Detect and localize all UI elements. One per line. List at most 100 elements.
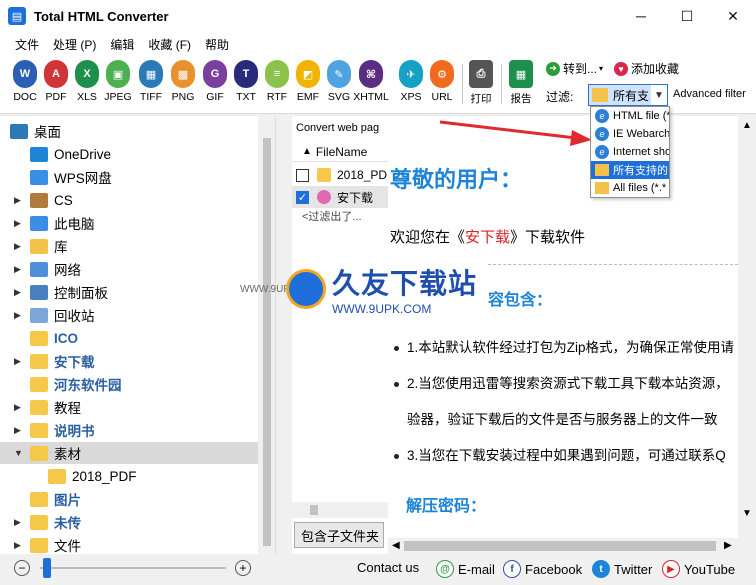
emf-convert-button[interactable]: ◩ EMF (293, 60, 323, 108)
tree-item[interactable]: ▶ 安下载 (0, 350, 258, 372)
tree-item[interactable]: ▶ 网络 (0, 258, 258, 280)
tree-item[interactable]: 2018_PDF (0, 465, 258, 487)
pdf-convert-button[interactable]: A PDF (41, 60, 71, 108)
menu-process[interactable]: 处理 (P) (46, 36, 103, 53)
contact-us-link[interactable]: Contact us (357, 560, 419, 575)
tree-item[interactable]: ▼ 素材 (0, 442, 258, 464)
tiff-convert-button[interactable]: ▦ TIFF (136, 60, 166, 108)
txt-convert-button[interactable]: T TXT (231, 60, 261, 108)
collapse-arrow-icon[interactable]: ▼ (14, 448, 23, 458)
tree-scrollbar-thumb[interactable] (263, 138, 271, 546)
menu-help[interactable]: 帮助 (198, 36, 236, 53)
filter-option[interactable]: 所有支持的 (591, 161, 669, 179)
zoom-slider-thumb[interactable] (43, 558, 51, 578)
files-icon (595, 182, 609, 194)
twitter-link[interactable]: t Twitter (592, 560, 652, 578)
scroll-down-icon[interactable]: ▼ (742, 508, 752, 519)
expand-arrow-icon[interactable]: ▶ (14, 540, 21, 551)
expand-arrow-icon[interactable]: ▶ (14, 241, 21, 252)
table-row[interactable]: 2018_PD (292, 164, 388, 186)
tree-item[interactable]: ▶ 文件 (0, 534, 258, 554)
tree-item[interactable]: 桌面 (0, 120, 258, 142)
filter-option-label: IE Webarch (613, 128, 669, 140)
maximize-icon[interactable]: ☐ (664, 0, 710, 32)
menu-file[interactable]: 文件 (8, 36, 46, 53)
folder-icon (30, 399, 48, 415)
expand-arrow-icon[interactable]: ▶ (14, 195, 21, 206)
advanced-filter-button[interactable]: Advanced filter (673, 88, 746, 100)
report-button[interactable]: ▦ 报告 (506, 60, 536, 108)
menu-edit[interactable]: 编辑 (103, 36, 141, 53)
preview-vscrollbar[interactable]: ▲ ▼ (738, 116, 756, 554)
tree-item[interactable]: 河东软件园 (0, 373, 258, 395)
expand-arrow-icon[interactable]: ▶ (14, 425, 21, 436)
pdf-format-icon: A (44, 60, 68, 88)
file-pane-hscroll-thumb[interactable] (310, 505, 318, 515)
file-checkbox[interactable]: ✓ (296, 190, 309, 204)
file-checkbox[interactable] (296, 168, 309, 182)
jpeg-convert-button[interactable]: ▣ JPEG (103, 60, 133, 108)
expand-arrow-icon[interactable]: ▶ (14, 264, 21, 275)
close-icon[interactable]: ✕ (710, 0, 756, 32)
file-pane-tab[interactable]: Convert web pag (296, 122, 379, 134)
minimize-icon[interactable]: ─ (618, 0, 664, 32)
goto-button[interactable]: ➜ 转到... ▾ (546, 60, 603, 77)
zoom-out-button[interactable]: − (14, 560, 30, 576)
url-convert-button[interactable]: ⚙ URL (427, 60, 457, 108)
filter-option[interactable]: e IE Webarch (591, 125, 669, 143)
tree-item[interactable]: ICO (0, 327, 258, 349)
tree-item[interactable]: ▶ 说明书 (0, 419, 258, 441)
doc-convert-button[interactable]: W DOC (10, 60, 40, 108)
tree-item[interactable]: ▶ 回收站 (0, 304, 258, 326)
table-row[interactable]: ✓ 安下载 (292, 186, 388, 208)
rtf-convert-button[interactable]: ≡ RTF (262, 60, 292, 108)
expand-arrow-icon[interactable]: ▶ (14, 218, 21, 229)
filter-select[interactable]: 所有支 ▼ (588, 84, 668, 106)
svg-convert-button[interactable]: ✎ SVG (324, 60, 354, 108)
tree-item[interactable]: OneDrive (0, 143, 258, 165)
filter-option-label: HTML file (* (613, 110, 669, 122)
tree-item[interactable]: ▶ 控制面板 (0, 281, 258, 303)
youtube-link[interactable]: ▶ YouTube (662, 560, 735, 578)
tree-item[interactable]: WPS网盘 (0, 166, 258, 188)
tree-item[interactable]: ▶ CS (0, 189, 258, 211)
expand-arrow-icon[interactable]: ▶ (14, 356, 21, 367)
filename-column-header[interactable]: ▲ FileName (292, 142, 388, 162)
include-subfolders-button[interactable]: 包含子文件夹 (294, 522, 384, 548)
filter-option[interactable]: e HTML file (* (591, 107, 669, 125)
expand-arrow-icon[interactable]: ▶ (14, 402, 21, 413)
expand-arrow-icon[interactable]: ▶ (14, 517, 21, 528)
filter-option[interactable]: All files (*.* (591, 179, 669, 197)
zoom-in-button[interactable]: + (235, 560, 251, 576)
print-button[interactable]: ⎙ 打印 (466, 60, 496, 108)
file-pane-hscrollbar[interactable] (292, 502, 388, 518)
tree-item-label: OneDrive (54, 146, 112, 162)
scroll-left-icon[interactable]: ◀ (392, 540, 400, 551)
expand-arrow-icon[interactable]: ▶ (14, 310, 21, 321)
tree-item[interactable]: ▶ 此电脑 (0, 212, 258, 234)
email-link[interactable]: @ E-mail (436, 560, 495, 578)
welcome-suffix: 》下载软件 (510, 229, 586, 246)
scroll-up-icon[interactable]: ▲ (742, 120, 752, 131)
chevron-down-icon[interactable]: ▼ (651, 90, 667, 101)
png-convert-button[interactable]: ▩ PNG (168, 60, 198, 108)
bullet-item-continuation: 验器，验证下载后的文件是否与服务器上的文件一致 (407, 412, 718, 427)
expand-arrow-icon[interactable]: ▶ (14, 287, 21, 298)
gif-convert-button[interactable]: G GIF (200, 60, 230, 108)
tree-item[interactable]: 图片 (0, 488, 258, 510)
filter-option-label: Internet sho (613, 146, 669, 158)
preview-hscroll-thumb[interactable] (404, 541, 716, 551)
tree-item[interactable]: ▶ 教程 (0, 396, 258, 418)
tree-item[interactable]: ▶ 库 (0, 235, 258, 257)
xls-convert-button[interactable]: X XLS (72, 60, 102, 108)
add-favorite-button[interactable]: ♥ 添加收藏 (614, 60, 679, 77)
facebook-link[interactable]: f Facebook (503, 560, 582, 578)
xhtml-convert-button[interactable]: ⌘ XHTML (353, 60, 389, 108)
scroll-right-icon[interactable]: ▶ (724, 540, 732, 551)
network-icon (30, 261, 48, 277)
xps-convert-button[interactable]: ✈ XPS (396, 60, 426, 108)
zoom-slider-track[interactable] (40, 567, 226, 569)
menu-favorites[interactable]: 收藏 (F) (141, 36, 198, 53)
filter-option[interactable]: e Internet sho (591, 143, 669, 161)
tree-item[interactable]: ▶ 未传 (0, 511, 258, 533)
